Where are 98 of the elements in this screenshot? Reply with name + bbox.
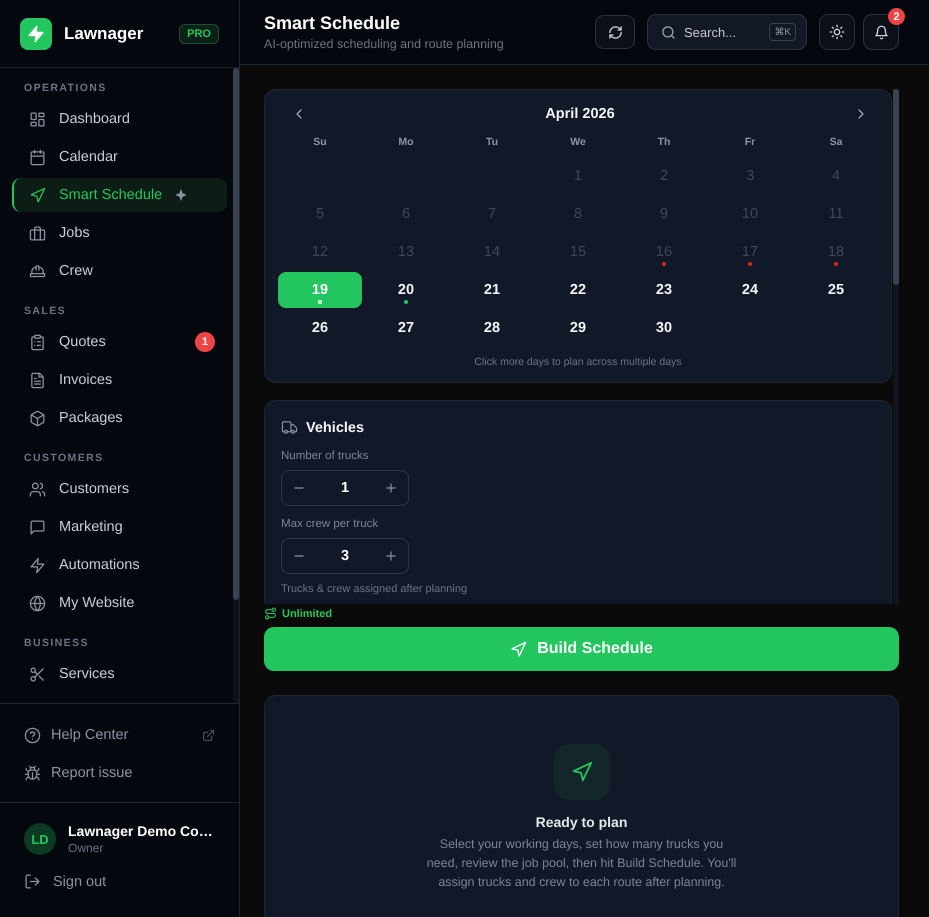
- link-label: Help Center: [51, 727, 130, 743]
- weekday-label: Mo: [397, 135, 415, 150]
- route-icon: [264, 607, 277, 620]
- day-cell[interactable]: 21: [450, 272, 534, 308]
- weekday-label: Tu: [484, 135, 500, 150]
- day-cell[interactable]: 29: [536, 310, 620, 346]
- sidebar-item[interactable]: Dashboard: [12, 102, 227, 136]
- sidebar-item[interactable]: Crew: [12, 254, 227, 288]
- number-stepper[interactable]: 1: [281, 470, 409, 506]
- globe-icon: [29, 594, 46, 612]
- lightning-icon: [29, 556, 46, 574]
- section-heading: BUSINESS: [23, 636, 90, 651]
- sidebar-item[interactable]: Calendar: [12, 140, 227, 174]
- helper-text: Trucks & crew assigned after planning: [281, 583, 468, 595]
- search-input[interactable]: Search...: [684, 24, 762, 40]
- navigation-arrow-icon: [29, 186, 46, 204]
- notifications-button[interactable]: [863, 14, 899, 50]
- profile-name: Lawnager Demo Co…: [68, 823, 213, 839]
- section-heading: SALES: [23, 304, 68, 319]
- scrollbar-thumb[interactable]: [233, 68, 239, 600]
- plan-badge: PRO: [179, 24, 219, 44]
- sidebar-item[interactable]: Customers: [12, 472, 227, 506]
- page-title: Smart Schedule: [264, 13, 402, 34]
- sidebar-item[interactable]: Marketing: [12, 510, 227, 544]
- briefcase-icon: [29, 224, 46, 242]
- sun-icon: [829, 24, 845, 40]
- card-title: Vehicles: [306, 420, 364, 436]
- weekday-label: We: [569, 135, 587, 150]
- weekday-label: Sa: [828, 135, 844, 150]
- refresh-button[interactable]: [595, 15, 635, 49]
- scissors-icon: [29, 666, 46, 682]
- day-cell[interactable]: 20: [364, 272, 448, 308]
- field-label: Max crew per truck: [281, 518, 380, 530]
- document-icon: [29, 372, 46, 388]
- day-cell[interactable]: 30: [622, 310, 706, 346]
- people-icon: [29, 480, 46, 498]
- sidebar-item[interactable]: Smart Schedule: [12, 178, 227, 212]
- day-cell[interactable]: 22: [536, 272, 620, 308]
- refresh-icon: [608, 24, 622, 40]
- footer-link[interactable]: Report issue: [12, 756, 227, 790]
- help-icon: [24, 726, 41, 744]
- truck-icon: [281, 419, 298, 436]
- weekday-label: Th: [656, 135, 672, 150]
- search-icon: [661, 24, 676, 40]
- stepper-value: 3: [340, 548, 350, 564]
- box-icon: [29, 410, 46, 426]
- month-title: April 2026: [545, 106, 615, 122]
- lightning-icon: [27, 24, 45, 42]
- number-stepper[interactable]: 3: [281, 538, 409, 574]
- plus-icon: [384, 481, 398, 495]
- bug-icon: [24, 764, 41, 782]
- sign-out-button[interactable]: Sign out: [24, 873, 106, 890]
- sign-out-icon: [24, 873, 41, 890]
- profile-role: Owner: [68, 841, 104, 855]
- section-heading: CUSTOMERS: [23, 451, 104, 466]
- navigation-arrow-icon: [510, 640, 528, 658]
- weekday-label: Fr: [744, 135, 756, 150]
- scrollbar-thumb[interactable]: [893, 89, 899, 285]
- notification-badge: 2: [888, 8, 905, 25]
- stepper-value: 1: [340, 480, 350, 496]
- day-cell[interactable]: 27: [364, 310, 448, 346]
- theme-toggle-button[interactable]: [819, 14, 855, 50]
- link-label: Report issue: [51, 765, 134, 781]
- bell-icon: [874, 24, 888, 40]
- empty-state-title: Ready to plan: [536, 814, 628, 830]
- clipboard-icon: [29, 334, 46, 350]
- day-cell[interactable]: 26: [278, 310, 362, 346]
- sidebar-item[interactable]: Automations: [12, 548, 227, 582]
- plan-limit-text: Unlimited: [282, 608, 332, 620]
- sidebar-item[interactable]: My Website: [12, 586, 227, 620]
- calendar-icon: [29, 148, 46, 166]
- page-subtitle: AI-optimized scheduling and route planning: [264, 37, 505, 51]
- grid-icon: [29, 110, 46, 128]
- navigation-arrow-icon: [570, 761, 592, 783]
- sidebar-item[interactable]: Quotes 1: [12, 325, 227, 359]
- search-field[interactable]: Search... ⌘K: [647, 14, 807, 50]
- day-cell[interactable]: 25: [794, 272, 878, 308]
- sidebar-item[interactable]: Jobs: [12, 216, 227, 250]
- day-cell[interactable]: 24: [708, 272, 792, 308]
- logo-mark[interactable]: [20, 18, 52, 50]
- day-cell[interactable]: 28: [450, 310, 534, 346]
- brand-name: Lawnager: [64, 24, 144, 44]
- section-heading: OPERATIONS: [23, 81, 108, 96]
- footer-link[interactable]: Help Center: [12, 718, 227, 752]
- chat-bubble-icon: [29, 518, 46, 536]
- plus-icon: [384, 549, 398, 563]
- hard-hat-icon: [29, 262, 46, 280]
- shortcut-key: ⌘K: [769, 23, 796, 41]
- empty-state-description: Select your working days, set how many trucks you need, review the job pool, then hit Build Schedule. You'll assign trucks and crew to each route after planning.: [426, 836, 738, 891]
- sidebar-item[interactable]: Invoices: [12, 363, 227, 397]
- calendar-hint: Click more days to plan across multiple days: [473, 356, 683, 368]
- weekday-label: Su: [312, 135, 328, 150]
- field-label: Number of trucks: [281, 450, 370, 462]
- sidebar-item[interactable]: Services: [12, 657, 227, 691]
- avatar: LD: [24, 823, 56, 855]
- sidebar-item[interactable]: Packages: [12, 401, 227, 435]
- day-cell[interactable]: 23: [622, 272, 706, 308]
- count-badge: 1: [195, 332, 215, 352]
